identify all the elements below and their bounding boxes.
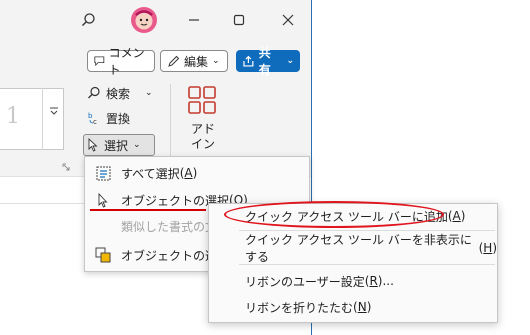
comment-label: コメント: [108, 46, 145, 77]
menu-item-accesskey: A: [452, 209, 461, 223]
cursor-icon: [88, 138, 98, 152]
dialog-launcher-icon[interactable]: [62, 160, 70, 171]
select-label: 選択: [104, 138, 129, 153]
search-icon[interactable]: [76, 8, 100, 32]
style-preview[interactable]: 1: [6, 104, 20, 129]
document-divider: [0, 203, 84, 204]
gallery-more-button[interactable]: [42, 88, 64, 150]
menu-item-select-all[interactable]: すべて選択(A): [85, 160, 309, 186]
addins-label-line2: イン: [190, 137, 215, 151]
menu-item-suffix: ...: [382, 274, 394, 288]
replace-icon: bc: [88, 112, 97, 125]
find-label: 検索: [106, 86, 131, 101]
menu-item-accesskey: R: [369, 274, 378, 288]
share-button[interactable]: 共有 ⌄: [236, 46, 300, 77]
select-all-icon: [85, 166, 121, 181]
menu-item-accesskey: N: [357, 300, 367, 314]
share-icon: [243, 55, 254, 67]
close-icon[interactable]: [278, 10, 298, 30]
menu-item-label: リボンのユーザー設定: [245, 274, 365, 289]
menu-separator: [239, 264, 495, 265]
menu-item-label: クイック アクセス ツール バーを非表示にする: [245, 233, 472, 264]
svg-text:c: c: [93, 118, 97, 125]
addins-icon[interactable]: [187, 85, 217, 115]
chevron-down-icon: ⌄: [286, 56, 294, 66]
menu-item-label: すべて選択: [121, 166, 180, 181]
chevron-down-icon: ⌄: [133, 140, 141, 150]
edit-label: 編集: [184, 54, 209, 69]
menu-item-accesskey: H: [483, 241, 493, 255]
menu-item-label: リボンを折りたたむ: [245, 300, 354, 315]
replace-button[interactable]: bc 置換: [87, 109, 159, 127]
find-button[interactable]: 検索 ⌄: [87, 84, 159, 102]
menu-item-collapse-ribbon[interactable]: リボンを折りたたむ(N): [209, 295, 497, 319]
comment-icon: [94, 56, 105, 67]
chevron-down-icon: ⌄: [212, 56, 220, 66]
menu-item-accesskey: A: [184, 166, 193, 180]
replace-label: 置換: [106, 111, 131, 126]
menu-item-customize-ribbon[interactable]: リボンのユーザー設定(R)...: [209, 269, 497, 293]
cursor-icon: [85, 192, 121, 208]
share-label: 共有: [258, 46, 271, 77]
comment-button[interactable]: コメント: [87, 46, 155, 77]
avatar[interactable]: [130, 6, 158, 34]
menu-item-hide-qat[interactable]: クイック アクセス ツール バーを非表示にする (H): [209, 233, 497, 264]
pencil-icon: [168, 55, 180, 67]
select-button-content[interactable]: 選択 ⌄: [87, 136, 153, 154]
gallery-expand-icon: [49, 107, 58, 115]
minimize-icon[interactable]: [184, 10, 204, 30]
edit-mode-button[interactable]: 編集 ⌄: [160, 50, 228, 72]
maximize-icon[interactable]: [229, 10, 249, 30]
addins-label-line1: アド: [190, 122, 215, 136]
addins-button[interactable]: アド イン: [186, 122, 220, 152]
chevron-down-icon: ⌄: [145, 88, 153, 98]
search-icon: [88, 86, 100, 99]
annotation-underline: [90, 209, 206, 211]
annotation-circle: [224, 201, 444, 228]
selection-pane-icon: [85, 247, 121, 263]
menu-item-label: 類似した書式の文: [121, 219, 218, 234]
